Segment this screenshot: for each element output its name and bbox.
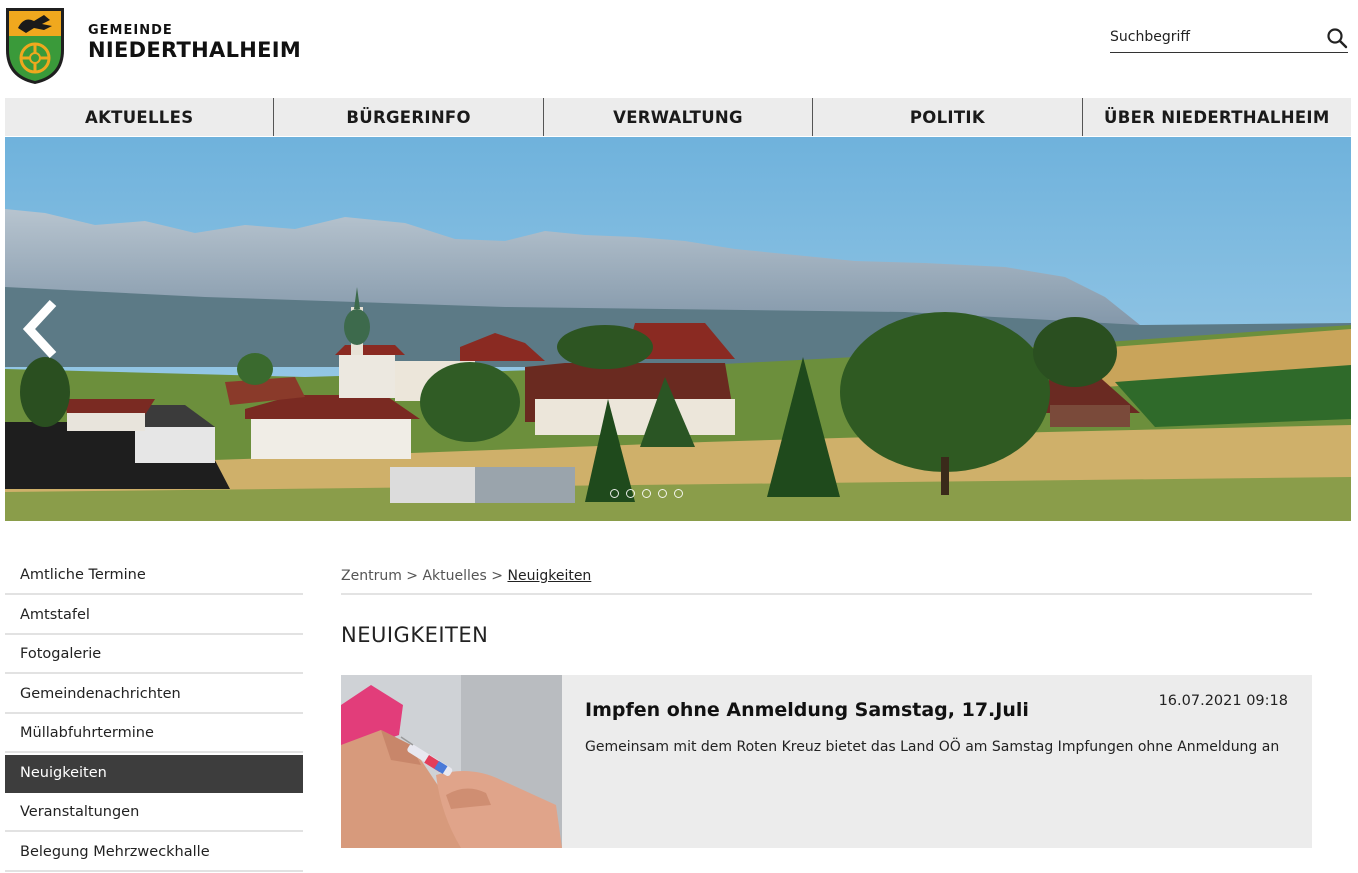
- sidebar-item-gemeindenachrichten[interactable]: Gemeindenachrichten: [5, 676, 303, 714]
- news-thumbnail[interactable]: [341, 675, 562, 848]
- breadcrumb: Zentrum > Aktuelles > Neuigkeiten: [341, 568, 591, 584]
- nav-item-aktuelles[interactable]: AKTUELLES: [5, 98, 273, 136]
- slider-dot[interactable]: [610, 489, 619, 498]
- sidebar-item-belegung-mehrzweckhalle[interactable]: Belegung Mehrzweckhalle: [5, 834, 303, 872]
- search-bar[interactable]: Suchbegriff: [1110, 26, 1348, 53]
- news-teaser: Gemeinsam mit dem Roten Kreuz bietet das…: [585, 739, 1280, 755]
- page-title: NEUIGKEITEN: [341, 623, 489, 647]
- nav-item-buergerinfo[interactable]: BÜRGERINFO: [273, 98, 542, 136]
- sidebar-item-amtliche-termine[interactable]: Amtliche Termine: [5, 557, 303, 595]
- search-icon[interactable]: [1326, 27, 1348, 49]
- slider-dot[interactable]: [658, 489, 667, 498]
- brand-title: NIEDERTHALHEIM: [88, 38, 302, 62]
- news-date: 16.07.2021 09:18: [1158, 693, 1288, 709]
- breadcrumb-item-zentrum[interactable]: Zentrum: [341, 568, 402, 584]
- search-input[interactable]: Suchbegriff: [1110, 29, 1190, 45]
- breadcrumb-item-aktuelles[interactable]: Aktuelles: [422, 568, 486, 584]
- brand-subtitle: GEMEINDE: [88, 23, 173, 38]
- sidebar-item-neuigkeiten[interactable]: Neuigkeiten: [5, 754, 303, 793]
- sidebar-item-amtstafel[interactable]: Amtstafel: [5, 597, 303, 635]
- sidebar-item-fotogalerie[interactable]: Fotogalerie: [5, 636, 303, 674]
- breadcrumb-separator: >: [406, 568, 419, 584]
- hero-image: [5, 137, 1351, 521]
- main-navigation: AKTUELLES BÜRGERINFO VERWALTUNG POLITIK …: [5, 98, 1351, 136]
- slider-dots: [610, 489, 683, 498]
- slider-dot[interactable]: [674, 489, 683, 498]
- sidebar-item-muellabfuhrtermine[interactable]: Müllabfuhrtermine: [5, 715, 303, 753]
- breadcrumb-item-neuigkeiten[interactable]: Neuigkeiten: [507, 568, 591, 584]
- hero-slider[interactable]: [5, 137, 1351, 521]
- news-item[interactable]: Impfen ohne Anmeldung Samstag, 17.Juli 1…: [341, 675, 1312, 848]
- site-brand[interactable]: GEMEINDE NIEDERTHALHEIM: [88, 23, 302, 63]
- news-title[interactable]: Impfen ohne Anmeldung Samstag, 17.Juli: [585, 699, 1029, 721]
- sidebar-item-veranstaltungen[interactable]: Veranstaltungen: [5, 794, 303, 832]
- slider-dot[interactable]: [626, 489, 635, 498]
- nav-item-ueber-niederthalheim[interactable]: ÜBER NIEDERTHALHEIM: [1081, 98, 1351, 136]
- sidebar-nav: Amtliche Termine Amtstafel Fotogalerie G…: [5, 557, 303, 873]
- breadcrumb-divider: [341, 593, 1312, 595]
- slider-dot[interactable]: [642, 489, 651, 498]
- coat-of-arms-icon[interactable]: [4, 6, 66, 86]
- chevron-left-icon[interactable]: [19, 297, 63, 361]
- nav-item-politik[interactable]: POLITIK: [812, 98, 1081, 136]
- breadcrumb-separator: >: [491, 568, 504, 584]
- nav-item-verwaltung[interactable]: VERWALTUNG: [542, 98, 812, 136]
